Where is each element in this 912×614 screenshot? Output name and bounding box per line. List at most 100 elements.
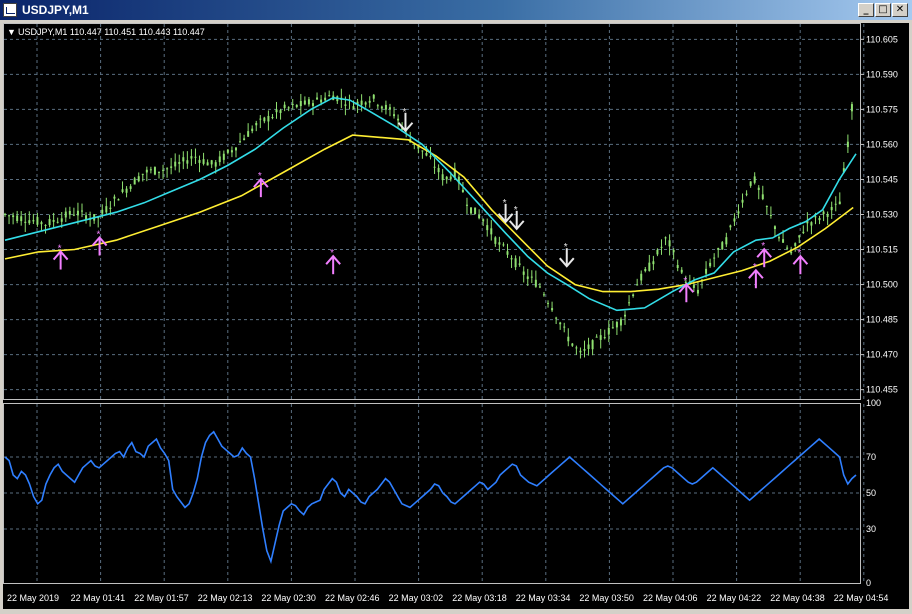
candle-body: [397, 118, 400, 121]
candle-body: [141, 173, 144, 175]
chart-area[interactable]: * * * * * * * * * * * * 110.605 110.590 110.575 110.56…: [3, 23, 909, 609]
candle-body: [20, 216, 23, 222]
candle-body: [16, 215, 19, 222]
candle-body: [170, 166, 173, 168]
candle-body: [178, 162, 181, 164]
candle-body: [644, 269, 647, 272]
candle-body: [814, 216, 817, 218]
candle-body: [324, 97, 327, 101]
candle-body: [713, 257, 716, 259]
candle-body: [68, 210, 71, 215]
time-tick-label: 22 May 04:54: [834, 593, 889, 603]
oscillator-panel: [4, 430, 857, 565]
candle-body: [393, 114, 396, 117]
candle-body: [571, 343, 574, 346]
candle-body: [745, 193, 748, 195]
candle-body: [190, 156, 193, 159]
candle-body: [705, 268, 708, 274]
candle-body: [283, 104, 286, 109]
candle-body: [376, 105, 379, 107]
symbol-dropdown-arrow[interactable]: ▼: [7, 27, 16, 37]
candle-body: [24, 221, 27, 223]
price-tick-label: 110.590: [866, 69, 898, 79]
candle-body: [786, 247, 789, 249]
candle-body: [316, 97, 319, 100]
candle-body: [263, 117, 266, 122]
candle-body: [555, 317, 558, 319]
candle-body: [761, 194, 764, 200]
minimize-button[interactable]: _: [858, 3, 874, 17]
candle-body: [583, 349, 586, 351]
candle-body: [157, 171, 160, 173]
candle-body: [551, 308, 554, 311]
time-tick-label: 22 May 02:46: [325, 593, 380, 603]
candle-body: [174, 161, 177, 167]
candle-body: [222, 153, 225, 160]
time-tick-label: 22 May 03:18: [452, 593, 507, 603]
candle-body: [4, 213, 6, 215]
candle-body: [145, 169, 148, 173]
sell-signal-star: *: [564, 242, 568, 253]
candle-body: [494, 237, 497, 244]
candle-body: [526, 276, 529, 279]
candle-body: [421, 150, 424, 152]
candle-body: [652, 261, 655, 265]
close-button[interactable]: ✕: [892, 3, 908, 17]
candle-body: [474, 207, 477, 215]
candle-body: [765, 205, 768, 207]
candle-body: [672, 249, 675, 253]
time-tick-label: 22 May 04:06: [643, 593, 698, 603]
candle-body: [437, 167, 440, 173]
candle-body: [117, 199, 120, 201]
candle-body: [352, 106, 355, 109]
chart-canvas[interactable]: * * * * * * * * * * * * 110.605 110.590 110.575 110.56…: [3, 23, 909, 609]
candle-body: [559, 322, 562, 325]
candle-body: [113, 196, 116, 199]
time-tick-label: 22 May 03:34: [516, 593, 571, 603]
candle-body: [149, 169, 152, 171]
candle-body: [603, 337, 606, 339]
time-tick-label: 22 May 02:30: [261, 593, 316, 603]
candle-body: [692, 284, 695, 288]
candle-body: [802, 231, 805, 233]
candle-body: [518, 263, 521, 265]
sell-signal-star: *: [514, 205, 518, 216]
candle-body: [344, 104, 347, 106]
candle-body: [838, 201, 841, 205]
candle-body: [794, 243, 797, 246]
maximize-button[interactable]: □: [875, 3, 891, 17]
grid-lines: [3, 23, 865, 584]
candle-body: [425, 152, 428, 156]
candle-body: [137, 176, 140, 182]
candle-body: [52, 219, 55, 222]
candle-body: [482, 219, 485, 222]
candle-body: [850, 104, 853, 112]
candle-body: [206, 162, 209, 166]
candle-body: [510, 258, 513, 260]
candle-body: [125, 188, 128, 193]
price-tick-label: 110.485: [866, 315, 898, 325]
candle-body: [255, 123, 258, 126]
candle-body: [372, 94, 375, 99]
candle-body: [287, 107, 290, 109]
candle-body: [60, 218, 63, 222]
candle-body: [664, 237, 667, 239]
candle-body: [709, 262, 712, 267]
oscillator-tick-label: 30: [866, 524, 876, 534]
candle-body: [530, 276, 533, 278]
candle-body: [299, 100, 302, 107]
buy-signal-star: *: [761, 241, 765, 252]
candle-body: [251, 128, 254, 132]
candle-body: [48, 219, 51, 226]
candle-body: [28, 220, 31, 224]
candle-body: [615, 322, 618, 328]
candle-body: [44, 224, 47, 226]
candle-body: [506, 251, 509, 255]
candle-body: [563, 326, 566, 328]
candle-body: [234, 147, 237, 151]
oscillator-tick-label: 100: [866, 398, 881, 408]
sell-signal-star: *: [402, 107, 406, 118]
candle-body: [798, 235, 801, 238]
candle-body: [243, 138, 246, 141]
candle-body: [320, 99, 323, 103]
